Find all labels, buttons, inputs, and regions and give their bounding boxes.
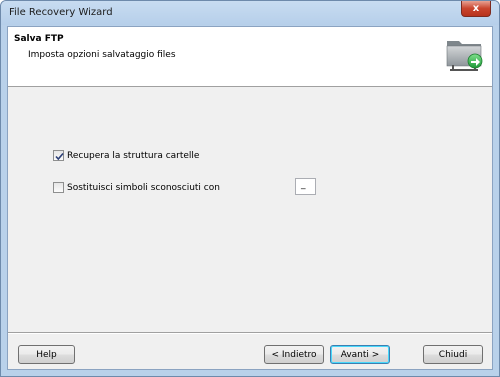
replace-symbols-option[interactable]: Sostituisci simboli sconosciuti con [53,182,220,193]
page-subtitle: Imposta opzioni salvataggio files [28,50,176,60]
folder-network-icon [446,41,483,71]
replace-symbols-label: Sostituisci simboli sconosciuti con [67,182,220,193]
wizard-window: File Recovery Wizard x Salva FTP Imposta… [0,0,500,377]
close-icon: x [472,2,480,14]
back-button[interactable]: < Indietro [264,345,324,364]
title-bar[interactable]: File Recovery Wizard x [1,1,499,25]
window-close-button[interactable]: x [461,1,491,17]
window-title: File Recovery Wizard [9,7,113,18]
page-title: Salva FTP [14,34,64,44]
preserve-structure-checkbox[interactable] [53,150,64,161]
help-button[interactable]: Help [18,345,75,364]
checkmark-icon [55,152,64,161]
replacement-symbol-input[interactable]: _ [295,178,316,195]
replace-symbols-checkbox[interactable] [53,182,64,193]
close-button[interactable]: Chiudi [423,345,483,364]
wizard-header: Salva FTP Imposta opzioni salvataggio fi… [8,27,492,87]
wizard-client-area: Salva FTP Imposta opzioni salvataggio fi… [7,26,493,370]
preserve-structure-label: Recupera la struttura cartelle [67,150,200,161]
next-button[interactable]: Avanti > [330,345,390,364]
preserve-structure-option[interactable]: Recupera la struttura cartelle [53,150,199,161]
footer-divider [8,332,492,334]
